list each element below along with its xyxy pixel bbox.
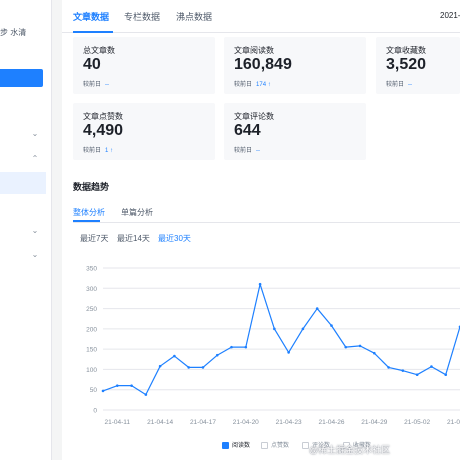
stat-label: 文章点赞数 bbox=[83, 112, 123, 121]
x-tick-label: 21-04-26 bbox=[318, 419, 344, 426]
data-point bbox=[273, 327, 276, 331]
y-tick-label: 100 bbox=[86, 367, 97, 374]
sidebar-item-selected[interactable] bbox=[0, 172, 46, 194]
y-tick-label: 50 bbox=[90, 387, 98, 394]
range-14-days[interactable]: 最近14天 bbox=[117, 233, 150, 244]
y-tick-label: 200 bbox=[86, 326, 97, 333]
stat-delta: -- bbox=[408, 82, 413, 88]
stat-value: 3,520 bbox=[386, 56, 427, 73]
x-tick-label: 21-04-29 bbox=[361, 419, 387, 426]
y-tick-label: 150 bbox=[86, 347, 97, 354]
data-point bbox=[401, 369, 405, 372]
data-point bbox=[230, 345, 233, 349]
stat-label: 文章评论数 bbox=[234, 112, 274, 121]
tab-pins-data[interactable]: 沸点数据 bbox=[176, 10, 212, 23]
stat-value: 644 bbox=[234, 122, 261, 139]
checkbox-icon bbox=[222, 441, 229, 449]
data-point bbox=[301, 327, 305, 331]
trend-chart: 0 50 100 150 200 250 300 350 21-04-11 21-04-14 21-… bbox=[62, 255, 460, 435]
chevron-down-icon[interactable]: ⌄ bbox=[31, 227, 39, 235]
x-tick-label: 21-05-05 bbox=[447, 419, 460, 426]
x-tick-label: 21-04-23 bbox=[276, 419, 302, 426]
stat-compare: 较前日 -- bbox=[386, 82, 413, 88]
data-point bbox=[415, 373, 419, 377]
chevron-up-icon[interactable]: ⌃ bbox=[31, 155, 39, 163]
subtab-active-indicator bbox=[73, 220, 100, 222]
y-tick-label: 350 bbox=[86, 266, 97, 273]
data-point bbox=[287, 351, 290, 354]
stat-delta: 1 ↑ bbox=[105, 148, 114, 154]
stat-label: 文章收藏数 bbox=[386, 46, 426, 55]
data-point bbox=[130, 384, 133, 387]
date-label: 2021- bbox=[440, 11, 460, 20]
data-point bbox=[258, 282, 262, 286]
range-7-days[interactable]: 最近7天 bbox=[80, 233, 108, 244]
data-point bbox=[430, 365, 433, 368]
data-point bbox=[344, 345, 348, 349]
data-point bbox=[158, 364, 162, 368]
checkbox-icon bbox=[302, 441, 309, 449]
stat-compare: 较前日 -- bbox=[234, 148, 261, 154]
data-point bbox=[101, 389, 105, 393]
stat-label: 文章阅读数 bbox=[234, 46, 274, 55]
stat-compare: 较前日 174 ↑ bbox=[234, 82, 271, 88]
stat-delta: -- bbox=[256, 148, 261, 154]
data-point bbox=[144, 393, 148, 396]
stat-card-total-articles: 总文章数 40 较前日 -- bbox=[73, 37, 215, 94]
data-point bbox=[444, 373, 448, 377]
x-tick-label: 21-04-14 bbox=[147, 419, 173, 426]
data-point bbox=[315, 307, 319, 310]
tab-bar: 文章数据 专栏数据 沸点数据 2021- bbox=[62, 0, 460, 33]
main-panel: 文章数据 专栏数据 沸点数据 2021- 总文章数 40 较前日 -- 文章阅读数… bbox=[62, 0, 460, 460]
chevron-down-icon[interactable]: ⌄ bbox=[31, 251, 39, 259]
author-name: 步 水清 bbox=[0, 28, 27, 37]
data-point bbox=[358, 344, 362, 348]
trend-title: 数据趋势 bbox=[73, 182, 110, 192]
stat-card-comments: 文章评论数 644 较前日 -- bbox=[224, 103, 366, 160]
tab-article-data[interactable]: 文章数据 bbox=[73, 10, 109, 23]
stat-value: 4,490 bbox=[83, 122, 124, 139]
legend-likes[interactable]: 点赞数 bbox=[261, 440, 289, 449]
y-tick-label: 300 bbox=[86, 286, 97, 293]
y-tick-label: 0 bbox=[93, 408, 97, 415]
tab-column-data[interactable]: 专栏数据 bbox=[124, 10, 160, 23]
stat-label: 总文章数 bbox=[83, 46, 115, 55]
range-30-days[interactable]: 最近30天 bbox=[158, 233, 191, 244]
x-tick-label: 21-04-11 bbox=[105, 419, 131, 426]
data-point bbox=[201, 366, 205, 369]
data-point bbox=[373, 351, 376, 355]
legend-reads[interactable]: 阅读数 bbox=[222, 440, 250, 449]
trend-chart-svg: 0 50 100 150 200 250 300 350 21-04-11 21-04-14 21-… bbox=[86, 266, 460, 426]
data-point bbox=[244, 345, 248, 349]
sidebar: 步 水清 ⌄ ⌃ ⌄ ⌄ bbox=[0, 0, 52, 460]
subtab-overall[interactable]: 整体分析 bbox=[73, 207, 105, 218]
data-point bbox=[173, 354, 176, 358]
data-point bbox=[215, 353, 219, 357]
y-tick-label: 250 bbox=[86, 306, 97, 313]
stat-value: 40 bbox=[83, 56, 101, 73]
data-point bbox=[330, 324, 333, 327]
data-point bbox=[115, 384, 119, 387]
checkbox-icon bbox=[261, 441, 268, 449]
subtab-divider bbox=[73, 222, 460, 223]
x-tick-label: 21-04-20 bbox=[233, 419, 259, 426]
data-point bbox=[387, 366, 390, 369]
chevron-down-icon[interactable]: ⌄ bbox=[31, 130, 39, 138]
stat-delta: 174 ↑ bbox=[256, 82, 271, 88]
stat-delta: -- bbox=[105, 82, 110, 88]
stat-card-favorites: 文章收藏数 3,520 较前日 -- bbox=[376, 37, 460, 94]
stat-value: 160,849 bbox=[234, 56, 292, 73]
sidebar-active-button[interactable] bbox=[0, 69, 43, 87]
tab-active-indicator bbox=[73, 31, 113, 33]
series-line bbox=[102, 283, 460, 396]
x-tick-label: 21-04-17 bbox=[190, 419, 216, 426]
stat-compare: 较前日 1 ↑ bbox=[83, 148, 114, 154]
x-tick-label: 21-05-02 bbox=[404, 419, 430, 426]
watermark: @稀土掘金技术社区 bbox=[309, 445, 391, 455]
subtab-single[interactable]: 单篇分析 bbox=[121, 207, 153, 218]
data-point bbox=[187, 366, 190, 369]
stat-card-likes: 文章点赞数 4,490 较前日 1 ↑ bbox=[73, 103, 215, 160]
stat-card-reads: 文章阅读数 160,849 较前日 174 ↑ bbox=[224, 37, 366, 94]
stat-compare: 较前日 -- bbox=[83, 82, 110, 88]
